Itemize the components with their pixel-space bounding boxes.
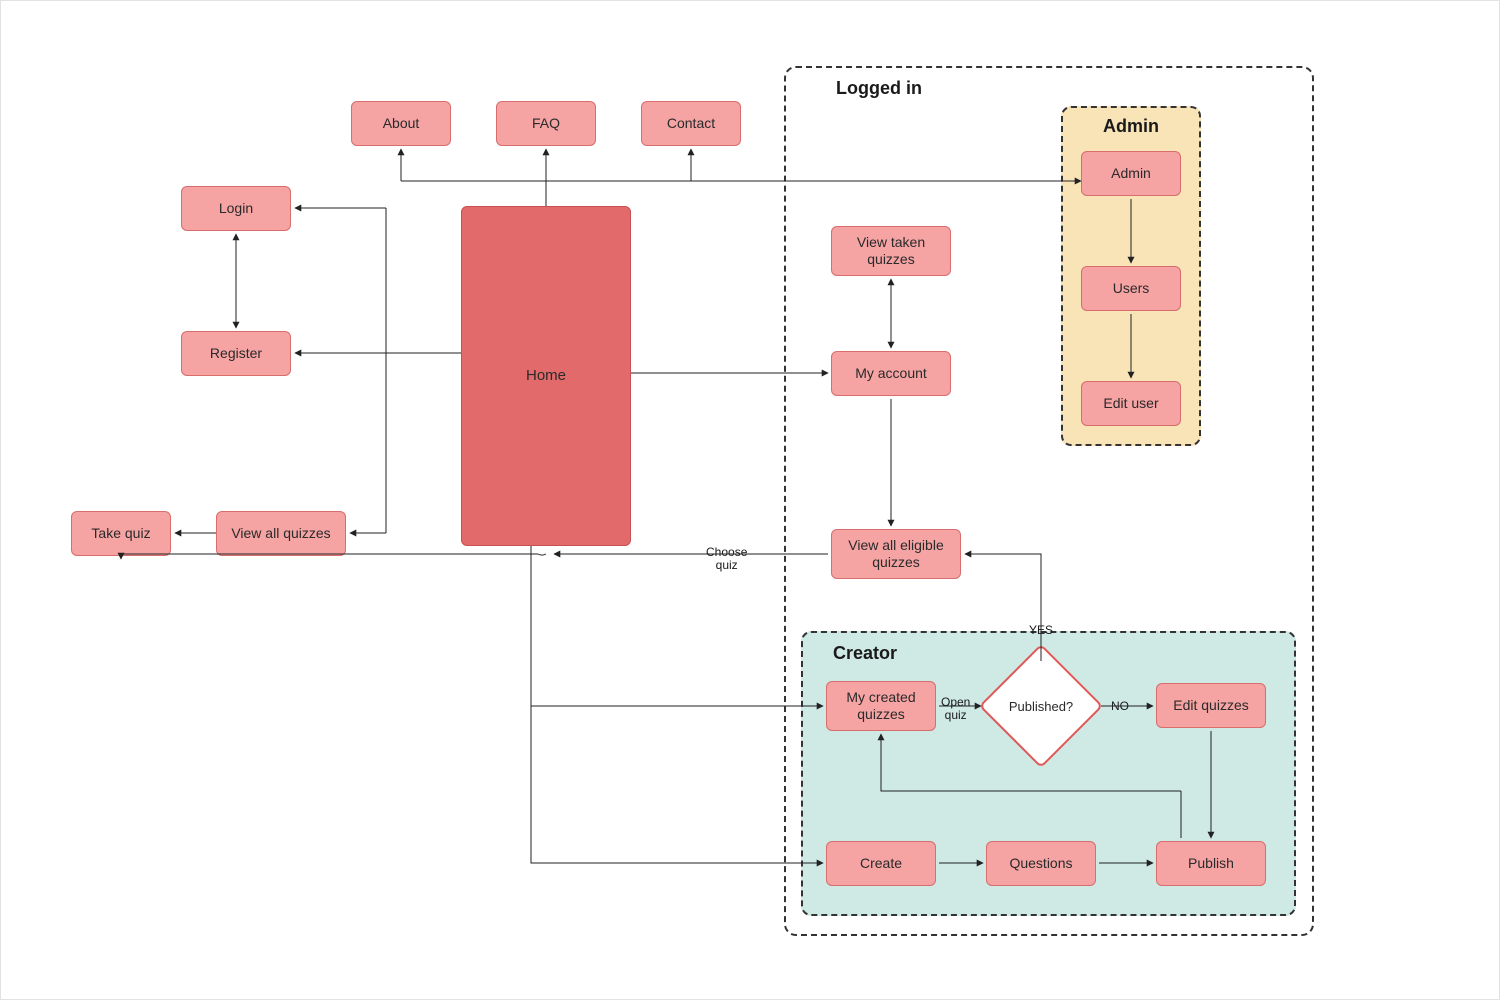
group-logged-in-title: Logged in (836, 78, 922, 99)
node-home: Home (461, 206, 631, 546)
node-login: Login (181, 186, 291, 231)
node-create: Create (826, 841, 936, 886)
node-admin: Admin (1081, 151, 1181, 196)
node-my-created: My created quizzes (826, 681, 936, 731)
label-yes: YES (1029, 624, 1053, 637)
node-take-quiz: Take quiz (71, 511, 171, 556)
label-no: NO (1111, 700, 1129, 713)
node-publish: Publish (1156, 841, 1266, 886)
node-edit-user: Edit user (1081, 381, 1181, 426)
node-register: Register (181, 331, 291, 376)
group-admin-title: Admin (1103, 116, 1159, 137)
node-view-all-quizzes: View all quizzes (216, 511, 346, 556)
node-my-account: My account (831, 351, 951, 396)
diagram-canvas: Logged in Admin Creator About FAQ Contac… (0, 0, 1500, 1000)
node-published-decision: Published? (981, 666, 1101, 746)
node-view-taken: View taken quizzes (831, 226, 951, 276)
node-published-decision-label: Published? (1009, 699, 1073, 714)
label-choose-quiz: Choose quiz (706, 546, 747, 572)
node-questions: Questions (986, 841, 1096, 886)
node-users: Users (1081, 266, 1181, 311)
node-faq: FAQ (496, 101, 596, 146)
node-edit-quizzes: Edit quizzes (1156, 683, 1266, 728)
node-contact: Contact (641, 101, 741, 146)
label-open-quiz: Open quiz (941, 696, 970, 722)
node-view-eligible: View all eligible quizzes (831, 529, 961, 579)
node-about: About (351, 101, 451, 146)
group-creator-title: Creator (833, 643, 897, 664)
